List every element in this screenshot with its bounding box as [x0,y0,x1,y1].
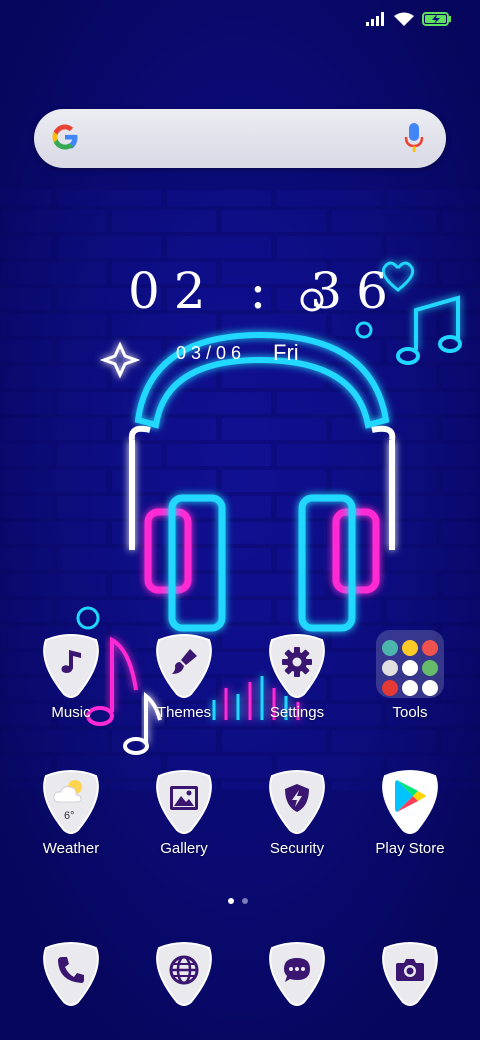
guitar-pick-icon-bg [377,940,443,1006]
battery-charging-icon [422,12,451,26]
app-tools-folder[interactable]: Tools [360,630,460,721]
dock-camera[interactable] [360,940,460,1006]
app-gallery[interactable]: Gallery [134,768,234,857]
app-themes[interactable]: Themes [134,632,234,721]
page-indicator [228,898,248,904]
clock-date: 03/06 [176,343,247,363]
security-shield-icon [285,784,309,812]
music-note-icon [61,650,81,673]
app-settings[interactable]: Settings [247,632,347,721]
guitar-pick-icon-bg [377,768,443,834]
clock-day: Fri [273,340,299,365]
wifi-icon [394,12,414,26]
guitar-pick-icon-bg [38,632,104,698]
gallery-icon [170,786,198,810]
app-label: Themes [156,704,212,721]
guitar-pick-icon-bg [264,632,330,698]
weather-icon [53,780,82,803]
dock-messages[interactable] [247,940,347,1006]
paintbrush-icon [172,649,197,674]
google-g-icon [52,124,78,150]
browser-icon [169,955,199,985]
page-dot-active [228,898,234,904]
guitar-pick-icon-bg [264,768,330,834]
messages-icon [284,958,310,982]
play-store-icon [395,780,426,812]
dock-browser[interactable] [134,940,234,1006]
app-label: Play Store [375,840,445,857]
status-bar [366,12,452,26]
app-label: Security [269,840,325,857]
app-music[interactable]: Music [21,632,121,721]
mic-icon[interactable] [404,123,424,153]
folder-icon [376,630,444,698]
google-search-bar[interactable] [34,109,446,168]
gear-icon [282,647,312,677]
camera-icon [396,959,424,981]
phone-icon [58,957,84,983]
app-label: Settings [269,704,325,721]
clock-time[interactable]: 02 : 36 [128,262,402,320]
app-label: Music [51,704,91,721]
guitar-pick-icon-bg [151,768,217,834]
app-play-store[interactable]: Play Store [360,768,460,857]
app-label: Tools [392,704,428,721]
guitar-pick-icon-bg [151,940,217,1006]
app-weather[interactable]: 6° Weather [21,768,121,857]
signal-icon [366,12,384,26]
app-security[interactable]: Security [247,768,347,857]
page-dot [242,898,248,904]
app-label: Gallery [160,840,208,857]
guitar-pick-icon-bg [264,940,330,1006]
guitar-pick-icon-bg [38,940,104,1006]
guitar-pick-icon-bg [151,632,217,698]
app-label: Weather [42,840,100,857]
weather-temp: 6° [64,810,75,822]
dock-phone[interactable] [21,940,121,1006]
guitar-pick-icon-bg: 6° [38,768,104,834]
